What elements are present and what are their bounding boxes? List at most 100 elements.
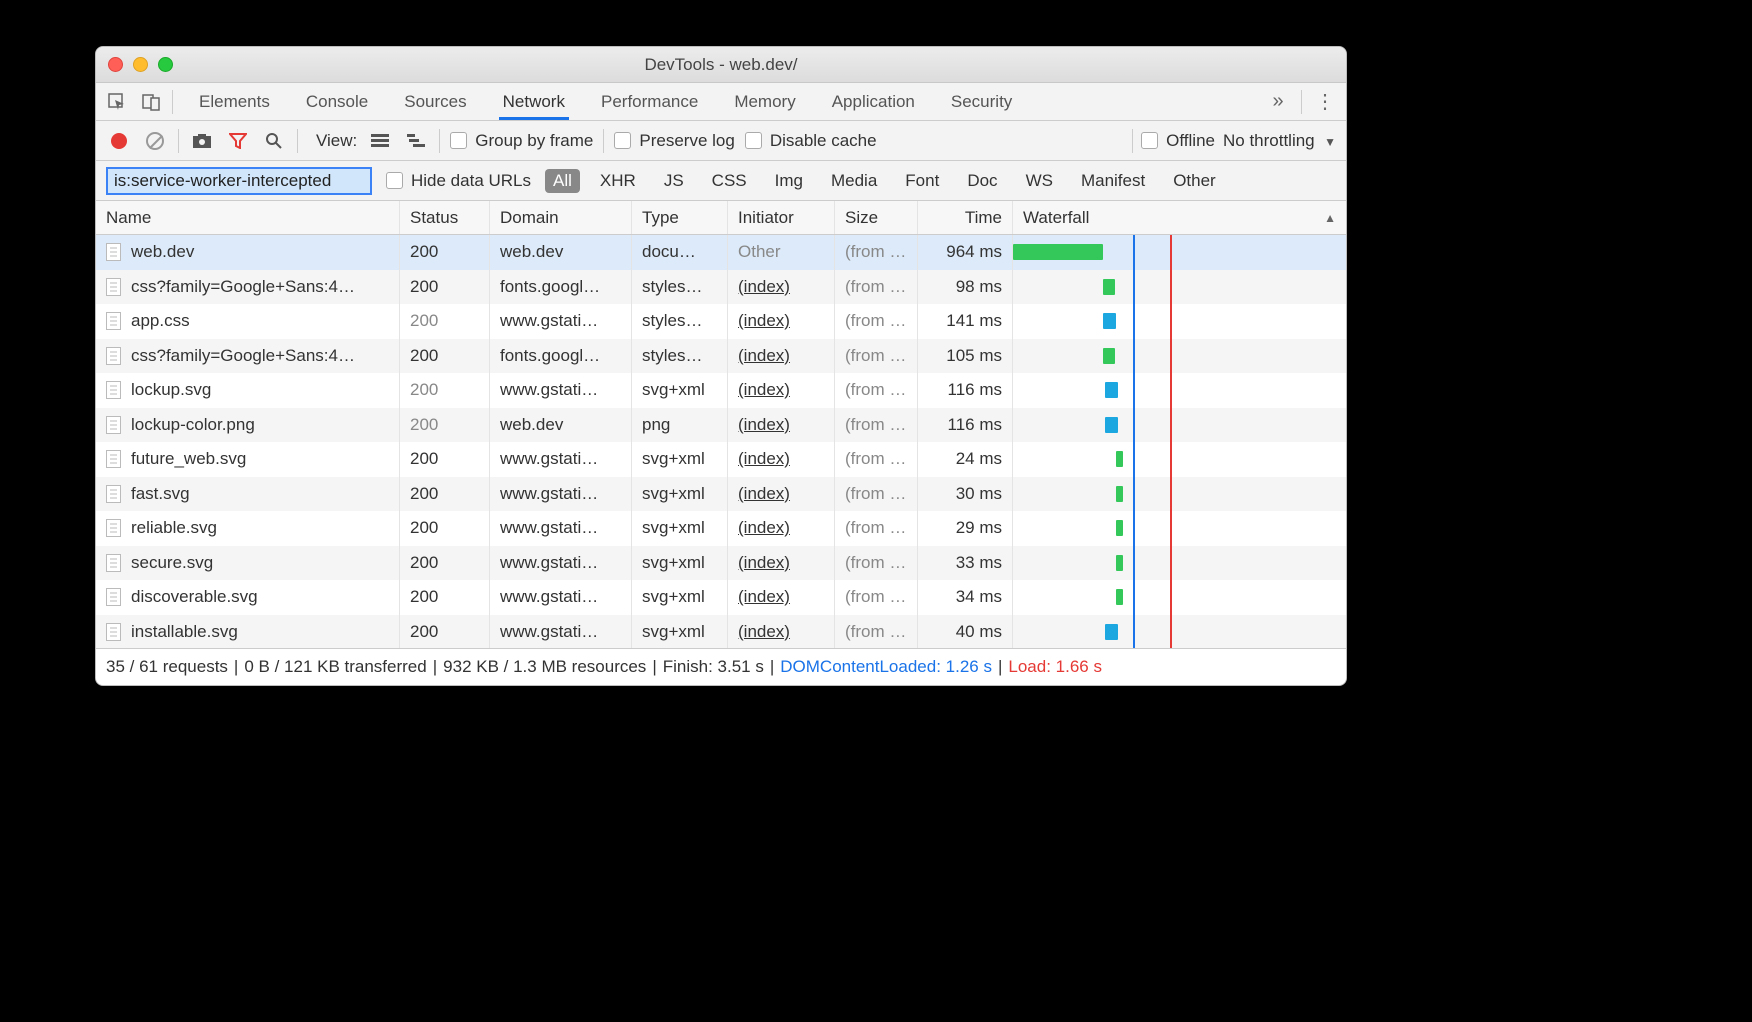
waterfall-track <box>1013 339 1346 374</box>
preserve-log-checkbox[interactable]: Preserve log <box>614 131 734 151</box>
kebab-menu-icon[interactable]: ⋮ <box>1312 89 1338 115</box>
file-icon <box>106 623 121 641</box>
file-icon <box>106 450 121 468</box>
waterfall-track <box>1013 511 1346 546</box>
file-icon <box>106 554 121 572</box>
table-row[interactable]: discoverable.svg200www.gstati…svg+xml(in… <box>96 580 1346 615</box>
column-waterfall[interactable]: Waterfall▲ <box>1013 201 1346 234</box>
initiator-link[interactable]: (index) <box>738 449 790 469</box>
type-filter-doc[interactable]: Doc <box>959 169 1005 193</box>
type-filter-ws[interactable]: WS <box>1018 169 1061 193</box>
table-row[interactable]: reliable.svg200www.gstati…svg+xml(index)… <box>96 511 1346 546</box>
tab-network[interactable]: Network <box>499 84 569 120</box>
type-filter-css[interactable]: CSS <box>704 169 755 193</box>
titlebar: DevTools - web.dev/ <box>96 47 1346 83</box>
column-size[interactable]: Size <box>835 201 918 234</box>
tab-performance[interactable]: Performance <box>597 84 702 120</box>
inspect-icon[interactable] <box>104 89 130 115</box>
initiator-link[interactable]: (index) <box>738 622 790 642</box>
devtools-window: DevTools - web.dev/ Elements Console Sourc… <box>95 46 1347 686</box>
network-table: Name Status Domain Type Initiator Size T… <box>96 201 1346 649</box>
tab-elements[interactable]: Elements <box>195 84 274 120</box>
table-row[interactable]: installable.svg200www.gstati…svg+xml(ind… <box>96 615 1346 650</box>
column-type[interactable]: Type <box>632 201 728 234</box>
overview-icon[interactable] <box>403 128 429 154</box>
type-filter-all[interactable]: All <box>545 169 580 193</box>
more-tabs-icon[interactable]: » <box>1265 89 1291 115</box>
filter-input[interactable] <box>106 167 372 195</box>
table-row[interactable]: app.css200www.gstati…styles…(index)(from… <box>96 304 1346 339</box>
type-filter-img[interactable]: Img <box>767 169 811 193</box>
initiator-link[interactable]: (index) <box>738 484 790 504</box>
table-row[interactable]: lockup.svg200www.gstati…svg+xml(index)(f… <box>96 373 1346 408</box>
table-row[interactable]: css?family=Google+Sans:4…200fonts.googl…… <box>96 339 1346 374</box>
file-icon <box>106 416 121 434</box>
initiator-link[interactable]: (index) <box>738 277 790 297</box>
network-toolbar: View: Group by frame Preserve log Disabl… <box>96 121 1346 161</box>
file-icon <box>106 381 121 399</box>
type-filter-font[interactable]: Font <box>897 169 947 193</box>
search-icon[interactable] <box>261 128 287 154</box>
table-row[interactable]: css?family=Google+Sans:4…200fonts.googl…… <box>96 270 1346 305</box>
column-initiator[interactable]: Initiator <box>728 201 835 234</box>
throttling-select[interactable]: No throttling ▼ <box>1223 131 1336 151</box>
waterfall-track <box>1013 615 1346 650</box>
divider <box>297 129 298 153</box>
waterfall-track <box>1013 304 1346 339</box>
waterfall-track <box>1013 442 1346 477</box>
column-status[interactable]: Status <box>400 201 490 234</box>
tab-application[interactable]: Application <box>828 84 919 120</box>
panel-tabbar: Elements Console Sources Network Performance… <box>96 83 1346 121</box>
initiator-link[interactable]: (index) <box>738 346 790 366</box>
view-label: View: <box>316 131 357 151</box>
tab-security[interactable]: Security <box>947 84 1016 120</box>
tab-memory[interactable]: Memory <box>730 84 799 120</box>
waterfall-track <box>1013 270 1346 305</box>
table-row[interactable]: lockup-color.png200web.devpng(index)(fro… <box>96 408 1346 443</box>
record-button[interactable] <box>106 128 132 154</box>
type-filter-media[interactable]: Media <box>823 169 885 193</box>
column-time[interactable]: Time <box>918 201 1013 234</box>
type-filter-xhr[interactable]: XHR <box>592 169 644 193</box>
large-rows-icon[interactable] <box>367 128 393 154</box>
device-toggle-icon[interactable] <box>138 89 164 115</box>
hide-data-urls-checkbox[interactable]: Hide data URLs <box>386 171 531 191</box>
chevron-down-icon: ▼ <box>1324 135 1336 149</box>
table-body: web.dev200web.devdocu…Other(from …964 ms… <box>96 235 1346 649</box>
type-filter-manifest[interactable]: Manifest <box>1073 169 1153 193</box>
waterfall-track <box>1013 477 1346 512</box>
column-domain[interactable]: Domain <box>490 201 632 234</box>
filter-bar: Hide data URLs All XHR JS CSS Img Media Font Do… <box>96 161 1346 201</box>
initiator-link[interactable]: (index) <box>738 587 790 607</box>
type-filter-js[interactable]: JS <box>656 169 692 193</box>
divider <box>1301 90 1302 114</box>
tab-console[interactable]: Console <box>302 84 372 120</box>
table-row[interactable]: future_web.svg200www.gstati…svg+xml(inde… <box>96 442 1346 477</box>
divider <box>178 129 179 153</box>
divider <box>172 90 173 114</box>
tab-sources[interactable]: Sources <box>400 84 470 120</box>
screenshot-icon[interactable] <box>189 128 215 154</box>
initiator-link[interactable]: (index) <box>738 415 790 435</box>
initiator-link[interactable]: (index) <box>738 518 790 538</box>
table-header: Name Status Domain Type Initiator Size T… <box>96 201 1346 235</box>
clear-button[interactable] <box>142 128 168 154</box>
group-by-frame-checkbox[interactable]: Group by frame <box>450 131 593 151</box>
table-row[interactable]: fast.svg200www.gstati…svg+xml(index)(fro… <box>96 477 1346 512</box>
initiator-link[interactable]: (index) <box>738 553 790 573</box>
initiator-link[interactable]: (index) <box>738 311 790 331</box>
file-icon <box>106 485 121 503</box>
waterfall-track <box>1013 235 1346 270</box>
type-filter-other[interactable]: Other <box>1165 169 1224 193</box>
waterfall-track <box>1013 580 1346 615</box>
file-icon <box>106 519 121 537</box>
waterfall-track <box>1013 546 1346 581</box>
sort-icon: ▲ <box>1324 211 1336 225</box>
offline-checkbox[interactable]: Offline <box>1141 131 1215 151</box>
table-row[interactable]: web.dev200web.devdocu…Other(from …964 ms <box>96 235 1346 270</box>
column-name[interactable]: Name <box>96 201 400 234</box>
filter-toggle-icon[interactable] <box>225 128 251 154</box>
table-row[interactable]: secure.svg200www.gstati…svg+xml(index)(f… <box>96 546 1346 581</box>
initiator-link[interactable]: (index) <box>738 380 790 400</box>
disable-cache-checkbox[interactable]: Disable cache <box>745 131 877 151</box>
